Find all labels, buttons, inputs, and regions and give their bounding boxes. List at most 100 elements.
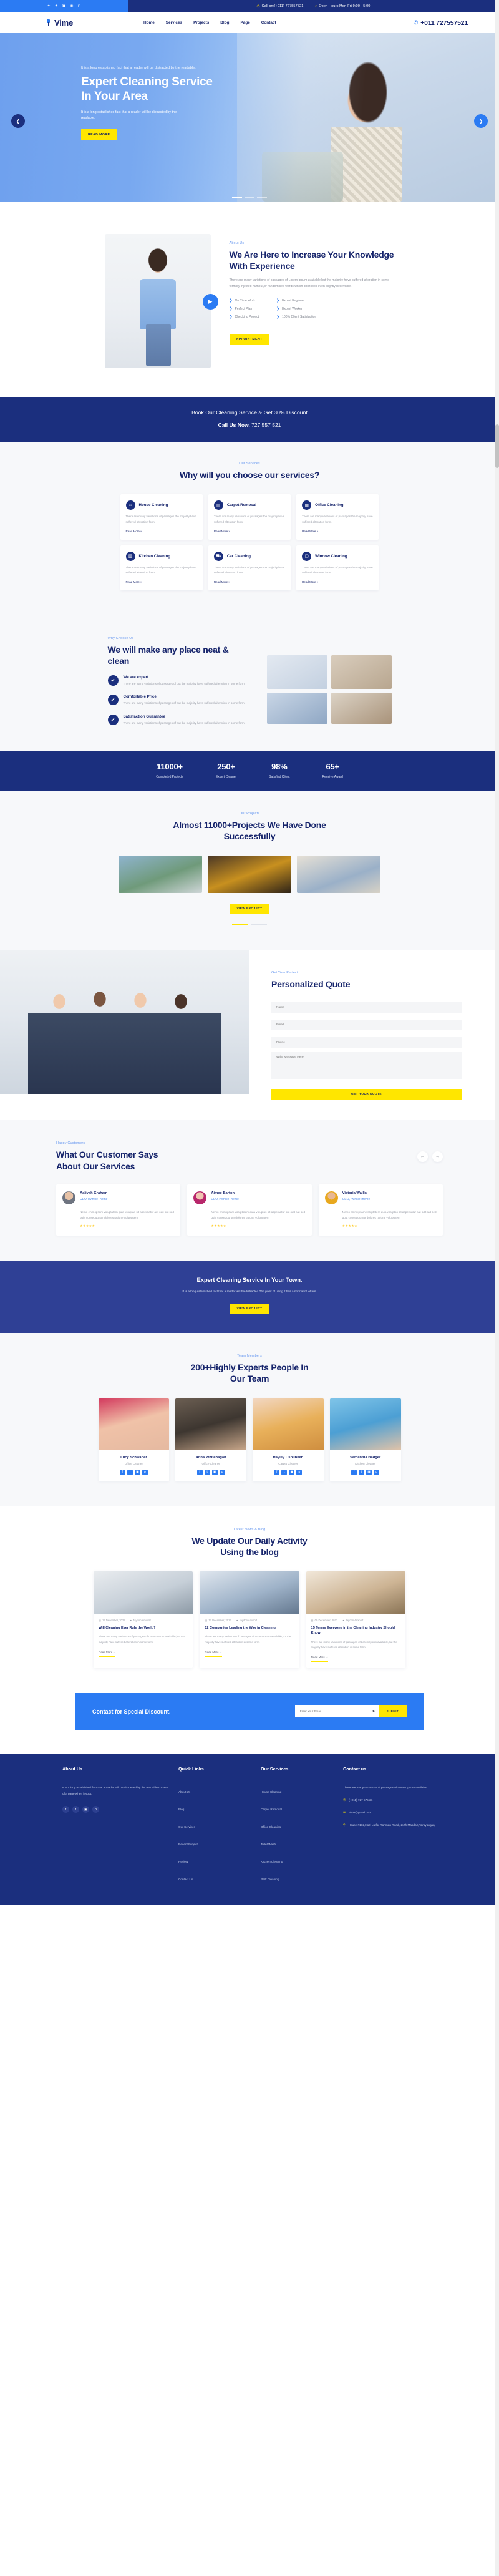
instagram-icon[interactable]: ▣ [366,1469,372,1475]
nav-item-home[interactable]: Home [143,21,155,25]
blog-read-more[interactable]: Read More ➡ [311,1656,328,1662]
subscribe-email-input[interactable] [294,1705,369,1718]
project-image[interactable] [208,856,291,894]
read-more-link[interactable]: Read More » [126,580,197,583]
footer-link[interactable]: Contact Us [178,1878,193,1881]
pinterest-icon[interactable]: ◉ [70,4,73,8]
topbar-phone[interactable]: ✆ Call on:(+011) 727557521 [257,4,304,9]
footer-link[interactable]: Our Services [178,1825,195,1828]
view-project-button[interactable]: VIEW PROJECT [230,904,269,915]
pinterest-icon[interactable]: p [219,1469,225,1475]
brand-logo[interactable]: Vime [31,18,137,27]
twitter-icon[interactable]: t [281,1469,288,1475]
projects-dot-1[interactable] [232,924,248,926]
nav-item-projects[interactable]: Projects [193,21,209,25]
read-more-link[interactable]: Read More » [214,530,285,533]
nav-item-blog[interactable]: Blog [220,21,229,25]
facebook-icon[interactable]: f [274,1469,280,1475]
projects-dot-2[interactable] [251,924,267,926]
message-field[interactable] [271,1052,462,1080]
blog-read-more[interactable]: Read More ➡ [99,1651,116,1657]
service-card[interactable]: ⛟ Car Cleaning There are many variations … [208,545,291,591]
hero-prev-button[interactable]: ❮ [11,114,25,128]
twitter-icon[interactable]: t [72,1806,79,1813]
footer-link[interactable]: House Cleaning [261,1790,281,1793]
subscribe-submit-button[interactable]: SUBMIT [378,1705,407,1718]
project-image[interactable] [119,856,202,894]
instagram-icon[interactable]: ▣ [62,4,66,8]
footer-link[interactable]: Office Cleaning [261,1825,281,1828]
twitter-icon[interactable]: t [127,1469,133,1475]
blog-read-more[interactable]: Read More ➡ [205,1651,222,1657]
pinterest-icon[interactable]: p [296,1469,303,1475]
linkedin-icon[interactable]: in [78,4,81,8]
nav-phone[interactable]: ✆ +011 727557521 [414,19,468,27]
facebook-icon[interactable]: f [351,1469,357,1475]
blog-image [306,1571,405,1614]
pinterest-icon[interactable]: p [142,1469,148,1475]
footer-link[interactable]: About Us [178,1790,190,1793]
instagram-icon[interactable]: ▣ [134,1469,140,1475]
instagram-icon[interactable]: ▣ [211,1469,218,1475]
pinterest-icon[interactable]: p [374,1469,380,1475]
scrollbar-thumb[interactable] [495,424,499,468]
footer-link[interactable]: Blog [178,1808,184,1811]
blog-card[interactable]: ▤ 09 December, 2022 ● Jaydon Aminoff 15 Ter… [306,1571,405,1669]
discount-phone[interactable]: 727 557 521 [251,422,281,428]
scrollbar-track[interactable] [495,0,499,2576]
facebook-icon[interactable]: f [196,1469,203,1475]
read-more-link[interactable]: Read More » [126,530,197,533]
nav-item-page[interactable]: Page [241,21,250,25]
hero-cta-button[interactable]: READ MORE [81,129,117,140]
hero-pagination[interactable] [232,197,267,198]
facebook-icon[interactable]: ✦ [47,4,51,8]
read-more-link[interactable]: Read More » [302,580,373,583]
footer-wrapper: Contact for Special Discount. ➤ SUBMIT A… [0,1693,499,1905]
nav-item-services[interactable]: Services [166,21,182,25]
footer-email[interactable]: ✉ vime@gmail.com [343,1810,437,1816]
appointment-button[interactable]: APPOINTMENT [229,334,269,346]
service-card[interactable]: ⌂ House Cleaning There are many variation… [120,494,203,540]
footer-link[interactable]: Toilet Wash [261,1843,276,1846]
hero-next-button[interactable]: ❯ [474,114,488,128]
footer-link[interactable]: Kitchen Cleaning [261,1860,283,1863]
cta-view-project-button[interactable]: VIEW PROJECT [230,1304,269,1315]
project-image[interactable] [297,856,380,894]
footer-link[interactable]: Review [178,1860,188,1863]
pinterest-icon[interactable]: p [92,1806,99,1813]
phone-field[interactable] [271,1037,462,1048]
read-more-link[interactable]: Read More » [302,530,373,533]
facebook-icon[interactable]: f [62,1806,69,1813]
service-card[interactable]: ▢ Window Cleaning There are many variatio… [296,545,379,591]
get-quote-button[interactable]: GET YOUR QUOTE [271,1089,462,1100]
testimonials-prev-button[interactable]: ← [417,1151,428,1163]
service-card[interactable]: ▤ Carpet Removal There are many variation… [208,494,291,540]
name-field[interactable] [271,1002,462,1013]
service-card[interactable]: ▥ Kitchen Cleaning There are many variati… [120,545,203,591]
footer-link[interactable]: Park Cleaning [261,1878,279,1881]
footer-link[interactable]: Recent Project [178,1843,198,1846]
email-field[interactable] [271,1020,462,1031]
hero-dot-1[interactable] [232,197,242,198]
projects-pagination[interactable] [0,924,499,926]
play-icon[interactable]: ▶ [202,294,218,310]
twitter-icon[interactable]: ✦ [55,4,58,8]
footer-phone[interactable]: ✆ (+011) 727 575 21 [343,1798,437,1803]
service-card[interactable]: ▦ Office Cleaning There are many variatio… [296,494,379,540]
instagram-icon[interactable]: ▣ [289,1469,295,1475]
instagram-icon[interactable]: ▣ [82,1806,89,1813]
list-item: ❯ Expert Engineer [276,298,305,303]
hero-dot-2[interactable] [245,197,254,198]
testimonials-next-button[interactable]: → [432,1151,443,1163]
blog-card[interactable]: ▤ 19 December, 2022 ● Jaydon Aminoff Will C… [94,1571,193,1669]
footer-link[interactable]: Carpet Removal [261,1808,282,1811]
hero-dot-3[interactable] [257,197,267,198]
twitter-icon[interactable]: t [359,1469,365,1475]
list-item: ❯ Checking Project [229,315,259,320]
nav-item-contact[interactable]: Contact [261,21,276,25]
twitter-icon[interactable]: t [204,1469,210,1475]
blog-card[interactable]: ▤ 17 December, 2022 ● Jaydon Aminoff 12 Com… [200,1571,299,1669]
facebook-icon[interactable]: f [119,1469,125,1475]
read-more-link[interactable]: Read More » [214,580,285,583]
quote-kicker: Get Your Perfect [271,971,298,975]
